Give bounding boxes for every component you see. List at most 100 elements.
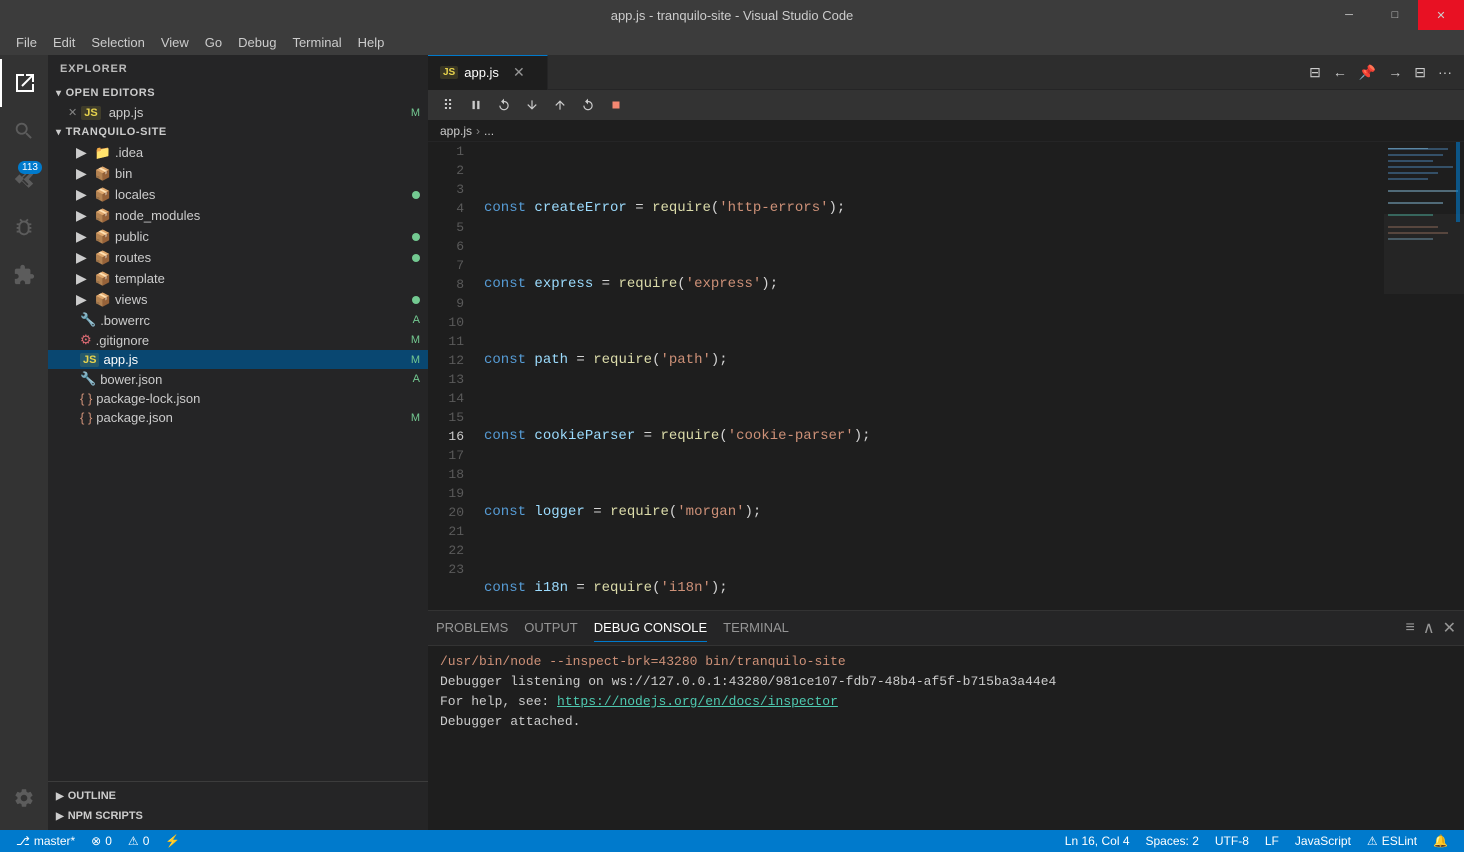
go-forward-icon[interactable]: → bbox=[1384, 62, 1406, 82]
git-icon[interactable]: 113 bbox=[0, 155, 48, 203]
debug-restart-icon[interactable] bbox=[576, 93, 600, 117]
editor-area: JS app.js ✕ ⊟ ← 📌 → ⊟ ··· ⠿ bbox=[428, 55, 1464, 830]
outline-section[interactable]: ▶ OUTLINE bbox=[48, 786, 428, 806]
code-line-5: const logger = require('morgan'); bbox=[484, 503, 1384, 522]
warning-icon: ⚠ bbox=[128, 834, 139, 848]
panel-filter-icon[interactable]: ≡ bbox=[1406, 619, 1415, 637]
code-editor[interactable]: 1 2 3 4 5 6 7 8 9 10 11 12 13 14 15 16 1 bbox=[428, 142, 1384, 610]
debug-drag-icon[interactable]: ⠿ bbox=[436, 93, 460, 117]
tab-output[interactable]: OUTPUT bbox=[524, 614, 577, 642]
close-icon[interactable]: ✕ bbox=[68, 106, 77, 119]
folder-name: public bbox=[115, 229, 149, 244]
git-file-icon: ⚙ bbox=[80, 332, 92, 348]
spaces-status[interactable]: Spaces: 2 bbox=[1138, 830, 1207, 852]
menu-debug[interactable]: Debug bbox=[230, 33, 284, 52]
warnings-status[interactable]: ⚠ 0 bbox=[120, 830, 157, 852]
errors-status[interactable]: ⊗ 0 bbox=[83, 830, 120, 852]
language-status[interactable]: JavaScript bbox=[1287, 830, 1359, 852]
folder-name: .idea bbox=[115, 145, 143, 160]
toggle-panel-icon[interactable]: ⊟ bbox=[1410, 62, 1430, 83]
debug-stop-icon[interactable] bbox=[604, 93, 628, 117]
docs-link[interactable]: https://nodejs.org/en/docs/inspector bbox=[557, 694, 838, 709]
folder-template[interactable]: ▶ 📦 template bbox=[48, 268, 428, 289]
file-bowerrc[interactable]: 🔧 .bowerrc A bbox=[48, 310, 428, 330]
git-branch-status[interactable]: ⎇ master* bbox=[8, 830, 83, 852]
folder-bin[interactable]: ▶ 📦 bin bbox=[48, 163, 428, 184]
folder-locales[interactable]: ▶ 📦 locales bbox=[48, 184, 428, 205]
warning-count: 0 bbox=[143, 834, 150, 848]
feedback-status[interactable]: 🔔 bbox=[1425, 830, 1456, 852]
position-status[interactable]: Ln 16, Col 4 bbox=[1057, 830, 1138, 852]
breadcrumb-more[interactable]: ... bbox=[484, 124, 494, 138]
file-name: package.json bbox=[96, 410, 173, 425]
tab-problems[interactable]: PROBLEMS bbox=[436, 614, 508, 642]
modified-dot bbox=[412, 233, 420, 241]
js-file-icon: JS bbox=[81, 106, 100, 120]
search-icon[interactable] bbox=[0, 107, 48, 155]
folder-idea[interactable]: ▶ 📁 .idea bbox=[48, 142, 428, 163]
line-num-23: 23 bbox=[428, 560, 464, 579]
file-package-json[interactable]: { } package.json M bbox=[48, 408, 428, 427]
debug-step-into-icon[interactable] bbox=[520, 93, 544, 117]
close-button[interactable]: ✕ bbox=[1418, 0, 1464, 30]
go-back-icon[interactable]: ← bbox=[1329, 62, 1351, 82]
folder-node-modules[interactable]: ▶ 📦 node_modules bbox=[48, 205, 428, 226]
panel: PROBLEMS OUTPUT DEBUG CONSOLE TERMINAL ≡… bbox=[428, 610, 1464, 830]
tab-terminal[interactable]: TERMINAL bbox=[723, 614, 789, 642]
eslint-status[interactable]: ⚠ ESLint bbox=[1359, 830, 1425, 852]
line-num-17: 17 bbox=[428, 446, 464, 465]
code-content[interactable]: const createError = require('http-errors… bbox=[476, 142, 1384, 610]
pin-icon[interactable]: 📌 bbox=[1355, 62, 1380, 83]
file-bower-json[interactable]: 🔧 bower.json A bbox=[48, 369, 428, 389]
project-section[interactable]: ▾ TRANQUILO-SITE bbox=[48, 122, 428, 142]
line-num-10: 10 bbox=[428, 313, 464, 332]
maximize-button[interactable]: □ bbox=[1372, 0, 1418, 30]
settings-icon[interactable] bbox=[0, 774, 48, 822]
menu-selection[interactable]: Selection bbox=[83, 33, 152, 52]
menu-help[interactable]: Help bbox=[350, 33, 393, 52]
explorer-icon[interactable] bbox=[0, 59, 48, 107]
menu-terminal[interactable]: Terminal bbox=[284, 33, 349, 52]
folder-collapsed-icon: ▶ bbox=[76, 144, 87, 161]
tab-appjs[interactable]: JS app.js ✕ bbox=[428, 55, 548, 90]
file-name: app.js bbox=[103, 352, 138, 367]
menu-edit[interactable]: Edit bbox=[45, 33, 83, 52]
npm-scripts-section[interactable]: ▶ NPM SCRIPTS bbox=[48, 806, 428, 826]
line-num-21: 21 bbox=[428, 522, 464, 541]
debug-step-over-icon[interactable] bbox=[492, 93, 516, 117]
more-actions-icon[interactable]: ··· bbox=[1434, 62, 1456, 82]
menu-bar: File Edit Selection View Go Debug Termin… bbox=[0, 30, 1464, 55]
json-icon: { } bbox=[80, 391, 92, 406]
file-appjs[interactable]: JS app.js M bbox=[48, 350, 428, 369]
menu-view[interactable]: View bbox=[153, 33, 197, 52]
menu-file[interactable]: File bbox=[8, 33, 45, 52]
line-ending-status[interactable]: LF bbox=[1257, 830, 1287, 852]
menu-go[interactable]: Go bbox=[197, 33, 230, 52]
open-editors-section[interactable]: ▾ Open Editors bbox=[48, 83, 428, 103]
tab-close-icon[interactable]: ✕ bbox=[513, 64, 525, 81]
minimize-button[interactable]: ─ bbox=[1326, 0, 1372, 30]
folder-public[interactable]: ▶ 📦 public bbox=[48, 226, 428, 247]
panel-collapse-icon[interactable]: ∧ bbox=[1423, 618, 1435, 638]
panel-close-icon[interactable]: ✕ bbox=[1443, 618, 1456, 638]
extensions-icon[interactable] bbox=[0, 251, 48, 299]
file-package-lock[interactable]: { } package-lock.json bbox=[48, 389, 428, 408]
folder-routes[interactable]: ▶ 📦 routes bbox=[48, 247, 428, 268]
file-gitignore[interactable]: ⚙ .gitignore M bbox=[48, 330, 428, 350]
debug-activity-icon[interactable] bbox=[0, 203, 48, 251]
line-num-8: 8 bbox=[428, 275, 464, 294]
debug-step-out-icon[interactable] bbox=[548, 93, 572, 117]
sidebar-bottom: ▶ OUTLINE ▶ NPM SCRIPTS bbox=[48, 781, 428, 830]
remote-status[interactable]: ⚡ bbox=[157, 830, 188, 852]
open-editor-appjs[interactable]: ✕ JS app.js M bbox=[48, 103, 428, 122]
tab-debug-console[interactable]: DEBUG CONSOLE bbox=[594, 614, 707, 642]
folder-collapsed-icon: ▶ bbox=[76, 270, 87, 287]
minimap bbox=[1384, 142, 1464, 610]
split-editor-icon[interactable]: ⊟ bbox=[1305, 62, 1325, 83]
breadcrumb-file[interactable]: app.js bbox=[440, 124, 472, 138]
debug-pause-icon[interactable] bbox=[464, 93, 488, 117]
console-line-3: For help, see: https://nodejs.org/en/doc… bbox=[440, 692, 1452, 712]
encoding-status[interactable]: UTF-8 bbox=[1207, 830, 1257, 852]
sidebar: Explorer ▾ Open Editors ✕ JS app.js M ▾ … bbox=[48, 55, 428, 830]
folder-views[interactable]: ▶ 📦 views bbox=[48, 289, 428, 310]
